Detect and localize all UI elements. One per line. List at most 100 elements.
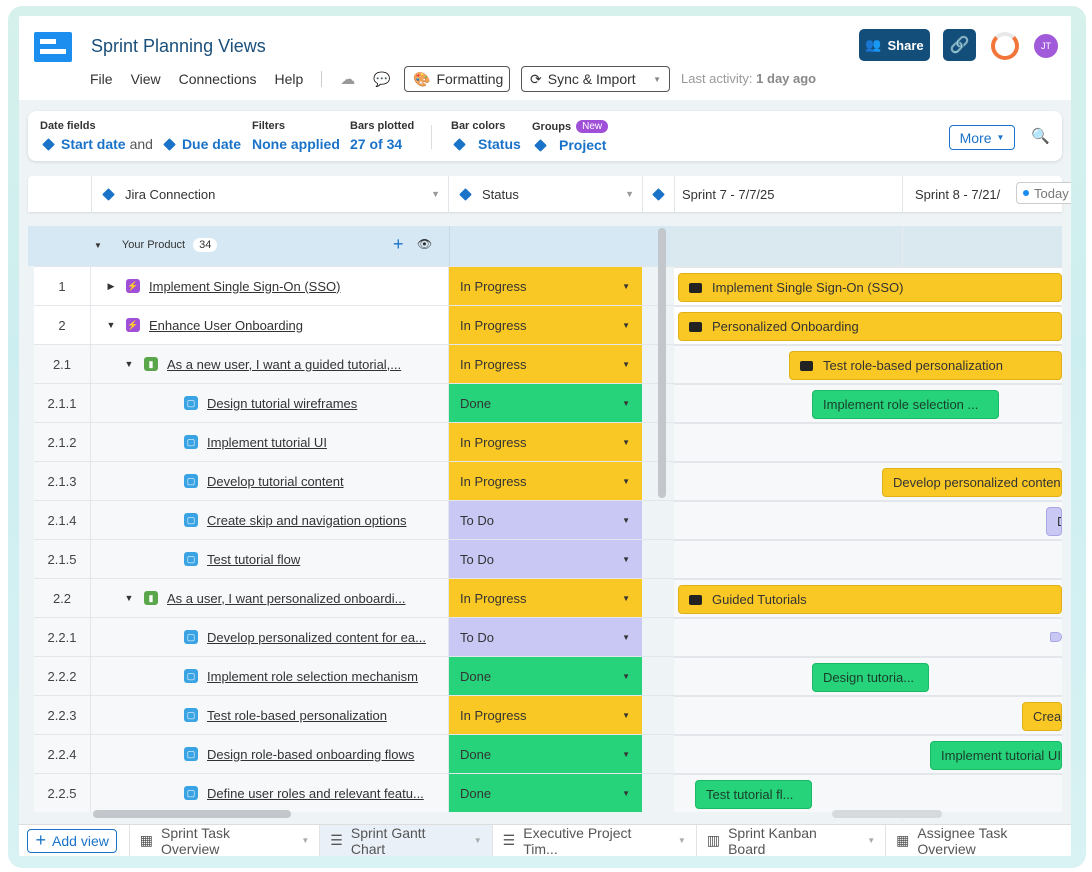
tab-sprint-kanban-board[interactable]: ▥ Sprint Kanban Board ▼: [697, 824, 887, 856]
today-button[interactable]: Today: [1016, 182, 1071, 204]
gantt-bar[interactable]: Personalized Onboarding: [678, 312, 1062, 341]
tag-icon[interactable]: [1050, 632, 1062, 642]
issue-link[interactable]: Design tutorial wireframes: [207, 396, 357, 411]
caret-down-icon[interactable]: ▼: [622, 477, 630, 486]
collapse-icon[interactable]: ▼: [94, 241, 102, 250]
issue-link[interactable]: Implement role selection mechanism: [207, 669, 418, 684]
status-cell[interactable]: Done ▼: [449, 774, 642, 812]
status-cell[interactable]: Done ▼: [449, 735, 642, 773]
issue-link[interactable]: Create skip and navigation options: [207, 513, 406, 528]
chevron-down-icon[interactable]: ▼: [867, 836, 875, 845]
table-row[interactable]: 2.2.3 ▢ Test role-based personalization In …: [34, 695, 1062, 734]
gantt-bar[interactable]: Implement tutorial UI: [930, 741, 1062, 770]
status-cell[interactable]: Done ▼: [449, 384, 642, 422]
cloud-icon[interactable]: ☁: [340, 70, 355, 88]
link-button[interactable]: 🔗: [943, 29, 976, 61]
issue-link[interactable]: Test tutorial flow: [207, 552, 300, 567]
avatar[interactable]: JT: [1034, 34, 1058, 58]
caret-down-icon[interactable]: ▼: [622, 321, 630, 330]
bars-plotted-value[interactable]: 27 of 34: [350, 136, 414, 152]
gantt-bar[interactable]: Test role-based personalization: [789, 351, 1062, 380]
status-cell[interactable]: In Progress ▼: [449, 345, 642, 383]
chevron-down-icon[interactable]: ▼: [474, 836, 482, 845]
caret-down-icon[interactable]: ▼: [622, 555, 630, 564]
caret-down-icon[interactable]: ▼: [622, 711, 630, 720]
caret-down-icon[interactable]: ▼: [622, 672, 630, 681]
chevron-down-icon[interactable]: ▼: [301, 836, 309, 845]
eye-slash-icon[interactable]: 👁: [417, 237, 432, 251]
menu-view[interactable]: View: [131, 71, 161, 87]
share-button[interactable]: 👥 Share: [859, 29, 930, 61]
caret-down-icon[interactable]: ▼: [622, 750, 630, 759]
caret-down-icon[interactable]: ▼: [622, 360, 630, 369]
caret-down-icon[interactable]: ▼: [622, 789, 630, 798]
table-row[interactable]: 2.1.4 ▢ Create skip and navigation options…: [34, 500, 1062, 539]
table-row[interactable]: 2.1 ▼ ▮ As a new user, I want a guided tuto…: [34, 344, 1062, 383]
add-column-header[interactable]: [643, 176, 675, 212]
issue-link[interactable]: Implement tutorial UI: [207, 435, 327, 450]
issue-link[interactable]: Develop personalized content for ea...: [207, 630, 426, 645]
menu-file[interactable]: File: [90, 71, 113, 87]
status-cell[interactable]: To Do ▼: [449, 618, 642, 656]
expand-icon[interactable]: ▼: [122, 593, 136, 603]
gantt-bar[interactable]: De...: [1046, 507, 1062, 536]
issue-link[interactable]: Define user roles and relevant featu...: [207, 786, 424, 801]
add-icon[interactable]: +: [393, 234, 404, 255]
horizontal-scrollbar[interactable]: [93, 810, 291, 818]
issue-link[interactable]: Implement Single Sign-On (SSO): [149, 279, 340, 294]
status-cell[interactable]: Done ▼: [449, 657, 642, 695]
status-cell[interactable]: To Do ▼: [449, 540, 642, 578]
status-cell[interactable]: In Progress ▼: [449, 267, 642, 305]
issue-link[interactable]: Enhance User Onboarding: [149, 318, 303, 333]
expand-icon[interactable]: ▶: [104, 281, 118, 292]
table-row[interactable]: 2.2.5 ▢ Define user roles and relevant fea…: [34, 773, 1062, 812]
expand-icon[interactable]: ▼: [122, 359, 136, 369]
more-button[interactable]: More ▼: [949, 125, 1015, 150]
vertical-scrollbar[interactable]: [658, 228, 666, 498]
gantt-bar[interactable]: Test tutorial fl...: [695, 780, 812, 809]
column-header-jira[interactable]: Jira Connection ▼: [92, 176, 449, 212]
filters-value[interactable]: None applied: [252, 136, 340, 152]
issue-link[interactable]: As a new user, I want a guided tutorial,…: [167, 357, 401, 372]
table-row[interactable]: 1 ▶ ⚡ Implement Single Sign-On (SSO) In Prog…: [34, 266, 1062, 305]
formatting-button[interactable]: 🎨 Formatting: [404, 66, 510, 92]
caret-down-icon[interactable]: ▼: [622, 399, 630, 408]
column-header-status[interactable]: Status ▼: [449, 176, 643, 212]
chevron-down-icon[interactable]: ▼: [431, 189, 440, 199]
gantt-bar[interactable]: Design tutoria...: [812, 663, 929, 692]
progress-ring-icon[interactable]: [991, 32, 1019, 60]
issue-link[interactable]: Design role-based onboarding flows: [207, 747, 414, 762]
expand-icon[interactable]: ▼: [104, 320, 118, 330]
caret-down-icon[interactable]: ▼: [622, 282, 630, 291]
gantt-bar[interactable]: Implement role selection ...: [812, 390, 999, 419]
table-row[interactable]: 2.1.5 ▢ Test tutorial flow To Do ▼: [34, 539, 1062, 578]
tab-sprint-task-overview[interactable]: ▦ Sprint Task Overview ▼: [128, 824, 321, 856]
status-cell[interactable]: In Progress ▼: [449, 306, 642, 344]
table-row[interactable]: 2.1.3 ▢ Develop tutorial content In Progres…: [34, 461, 1062, 500]
gantt-scrollbar[interactable]: [832, 810, 942, 818]
tab-assignee-task-overview[interactable]: ▦ Assignee Task Overview: [886, 825, 1071, 857]
tab-sprint-gantt-chart[interactable]: ☰ Sprint Gantt Chart ▼: [320, 824, 493, 856]
start-date-field[interactable]: Start date: [61, 136, 126, 152]
gantt-bar[interactable]: Guided Tutorials: [678, 585, 1062, 614]
issue-link[interactable]: Develop tutorial content: [207, 474, 344, 489]
issue-link[interactable]: Test role-based personalization: [207, 708, 387, 723]
gantt-bar[interactable]: Develop personalized content...: [882, 468, 1062, 497]
tab-executive-project-timeline[interactable]: ☰ Executive Project Tim... ▼: [493, 824, 697, 856]
status-cell[interactable]: In Progress ▼: [449, 579, 642, 617]
table-row[interactable]: 2 ▼ ⚡ Enhance User Onboarding In Progress ▼ Pe…: [34, 305, 1062, 344]
due-date-field[interactable]: Due date: [182, 136, 241, 152]
chevron-down-icon[interactable]: ▼: [625, 189, 634, 199]
gantt-bar[interactable]: Create: [1022, 702, 1062, 731]
status-cell[interactable]: In Progress ▼: [449, 696, 642, 734]
menu-connections[interactable]: Connections: [179, 71, 257, 87]
caret-down-icon[interactable]: ▼: [622, 438, 630, 447]
caret-down-icon[interactable]: ▼: [622, 594, 630, 603]
table-row[interactable]: 2.2 ▼ ▮ As a user, I want personalized onbo…: [34, 578, 1062, 617]
search-icon[interactable]: 🔍: [1031, 127, 1050, 145]
table-row[interactable]: 2.1.2 ▢ Implement tutorial UI In Progress ▼: [34, 422, 1062, 461]
table-row[interactable]: 2.1.1 ▢ Design tutorial wireframes Done ▼ Imp…: [34, 383, 1062, 422]
table-row[interactable]: 2.2.2 ▢ Implement role selection mechanism…: [34, 656, 1062, 695]
add-view-button[interactable]: + Add view: [27, 828, 118, 853]
table-row[interactable]: 2.2.1 ▢ Develop personalized content for e…: [34, 617, 1062, 656]
